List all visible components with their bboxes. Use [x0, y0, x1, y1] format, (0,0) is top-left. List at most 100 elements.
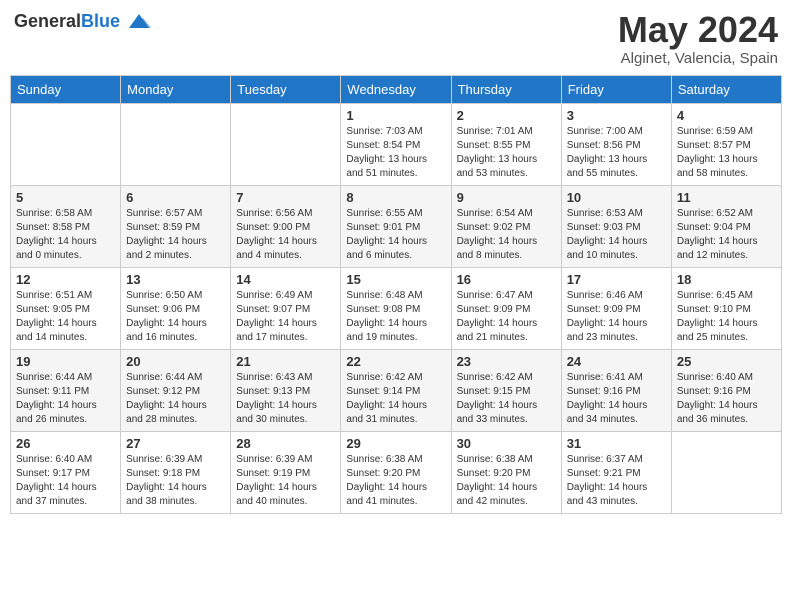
day-info: Sunrise: 6:54 AMSunset: 9:02 PMDaylight:…	[457, 207, 556, 263]
calendar-week-row: 5 Sunrise: 6:58 AMSunset: 8:58 PMDaylight…	[11, 185, 782, 267]
day-info: Sunrise: 6:40 AMSunset: 9:17 PMDaylight:…	[16, 453, 115, 509]
calendar-day-6: 6Sunrise: 6:57 AMSunset: 8:59 PMDaylight…	[121, 185, 231, 267]
calendar-week-row: 12 Sunrise: 6:51 AMSunset: 9:05 PMDayligh…	[11, 267, 782, 349]
day-number: 19	[16, 354, 115, 369]
calendar-empty-cell	[231, 103, 341, 185]
day-number: 13	[126, 272, 225, 287]
logo-blue-text: Blue	[81, 11, 120, 31]
page-header: GeneralBlue May 2024 Alginet, Valencia, …	[10, 10, 782, 67]
day-number: 11	[677, 190, 776, 205]
day-number: 29	[346, 436, 445, 451]
day-number: 17	[567, 272, 666, 287]
calendar-day-3: 3Sunrise: 7:00 AMSunset: 8:56 PMDaylight…	[561, 103, 671, 185]
day-info: Sunrise: 6:47 AMSunset: 9:09 PMDaylight:…	[457, 289, 556, 345]
logo-icon	[127, 10, 151, 34]
day-number: 8	[346, 190, 445, 205]
day-info: Sunrise: 7:03 AMSunset: 8:54 PMDaylight:…	[346, 125, 445, 181]
day-number: 2	[457, 108, 556, 123]
calendar-day-1: 1 Sunrise: 7:03 AMSunset: 8:54 PMDaylight…	[341, 103, 451, 185]
calendar-day-26: 26 Sunrise: 6:40 AMSunset: 9:17 PMDayligh…	[11, 431, 121, 513]
calendar-day-12: 12 Sunrise: 6:51 AMSunset: 9:05 PMDayligh…	[11, 267, 121, 349]
calendar-empty-cell	[11, 103, 121, 185]
day-info: Sunrise: 6:42 AMSunset: 9:14 PMDaylight:…	[346, 371, 445, 427]
day-info: Sunrise: 6:43 AMSunset: 9:13 PMDaylight:…	[236, 371, 335, 427]
day-number: 3	[567, 108, 666, 123]
day-info: Sunrise: 6:41 AMSunset: 9:16 PMDaylight:…	[567, 371, 666, 427]
weekday-header-thursday: Thursday	[451, 75, 561, 103]
day-info: Sunrise: 6:46 AMSunset: 9:09 PMDaylight:…	[567, 289, 666, 345]
day-info: Sunrise: 6:51 AMSunset: 9:05 PMDaylight:…	[16, 289, 115, 345]
calendar-day-20: 20 Sunrise: 6:44 AMSunset: 9:12 PMDayligh…	[121, 349, 231, 431]
calendar-day-17: 17 Sunrise: 6:46 AMSunset: 9:09 PMDayligh…	[561, 267, 671, 349]
day-number: 30	[457, 436, 556, 451]
calendar-week-row: 19Sunrise: 6:44 AMSunset: 9:11 PMDayligh…	[11, 349, 782, 431]
calendar-day-2: 2Sunrise: 7:01 AMSunset: 8:55 PMDaylight…	[451, 103, 561, 185]
day-number: 20	[126, 354, 225, 369]
logo: GeneralBlue	[14, 10, 151, 34]
day-info: Sunrise: 6:42 AMSunset: 9:15 PMDaylight:…	[457, 371, 556, 427]
weekday-header-saturday: Saturday	[671, 75, 781, 103]
day-info: Sunrise: 6:57 AMSunset: 8:59 PMDaylight:…	[126, 207, 225, 263]
calendar-day-4: 4Sunrise: 6:59 AMSunset: 8:57 PMDaylight…	[671, 103, 781, 185]
day-number: 9	[457, 190, 556, 205]
day-info: Sunrise: 6:38 AMSunset: 9:20 PMDaylight:…	[346, 453, 445, 509]
location-subtitle: Alginet, Valencia, Spain	[618, 50, 778, 67]
day-number: 31	[567, 436, 666, 451]
day-info: Sunrise: 6:44 AMSunset: 9:12 PMDaylight:…	[126, 371, 225, 427]
day-info: Sunrise: 6:45 AMSunset: 9:10 PMDaylight:…	[677, 289, 776, 345]
weekday-header-row: SundayMondayTuesdayWednesdayThursdayFrid…	[11, 75, 782, 103]
calendar-day-24: 24 Sunrise: 6:41 AMSunset: 9:16 PMDayligh…	[561, 349, 671, 431]
weekday-header-tuesday: Tuesday	[231, 75, 341, 103]
day-number: 23	[457, 354, 556, 369]
day-number: 14	[236, 272, 335, 287]
calendar-day-5: 5 Sunrise: 6:58 AMSunset: 8:58 PMDaylight…	[11, 185, 121, 267]
day-number: 26	[16, 436, 115, 451]
calendar-day-8: 8 Sunrise: 6:55 AMSunset: 9:01 PMDaylight…	[341, 185, 451, 267]
calendar-day-18: 18 Sunrise: 6:45 AMSunset: 9:10 PMDayligh…	[671, 267, 781, 349]
calendar-day-16: 16 Sunrise: 6:47 AMSunset: 9:09 PMDayligh…	[451, 267, 561, 349]
calendar-day-9: 9 Sunrise: 6:54 AMSunset: 9:02 PMDaylight…	[451, 185, 561, 267]
calendar-day-30: 30 Sunrise: 6:38 AMSunset: 9:20 PMDayligh…	[451, 431, 561, 513]
day-info: Sunrise: 6:59 AMSunset: 8:57 PMDaylight:…	[677, 125, 776, 181]
day-number: 18	[677, 272, 776, 287]
logo-general-text: General	[14, 11, 81, 31]
calendar-empty-cell	[671, 431, 781, 513]
day-number: 12	[16, 272, 115, 287]
calendar-day-11: 11 Sunrise: 6:52 AMSunset: 9:04 PMDayligh…	[671, 185, 781, 267]
calendar-day-19: 19Sunrise: 6:44 AMSunset: 9:11 PMDayligh…	[11, 349, 121, 431]
day-info: Sunrise: 6:49 AMSunset: 9:07 PMDaylight:…	[236, 289, 335, 345]
day-number: 24	[567, 354, 666, 369]
calendar-day-15: 15 Sunrise: 6:48 AMSunset: 9:08 PMDayligh…	[341, 267, 451, 349]
calendar-day-29: 29 Sunrise: 6:38 AMSunset: 9:20 PMDayligh…	[341, 431, 451, 513]
day-info: Sunrise: 6:38 AMSunset: 9:20 PMDaylight:…	[457, 453, 556, 509]
calendar-week-row: 1 Sunrise: 7:03 AMSunset: 8:54 PMDaylight…	[11, 103, 782, 185]
calendar-day-27: 27Sunrise: 6:39 AMSunset: 9:18 PMDayligh…	[121, 431, 231, 513]
calendar-empty-cell	[121, 103, 231, 185]
day-info: Sunrise: 6:58 AMSunset: 8:58 PMDaylight:…	[16, 207, 115, 263]
day-number: 27	[126, 436, 225, 451]
day-number: 28	[236, 436, 335, 451]
calendar-day-7: 7Sunrise: 6:56 AMSunset: 9:00 PMDaylight…	[231, 185, 341, 267]
month-year-title: May 2024	[618, 10, 778, 50]
day-info: Sunrise: 6:37 AMSunset: 9:21 PMDaylight:…	[567, 453, 666, 509]
weekday-header-wednesday: Wednesday	[341, 75, 451, 103]
calendar-day-31: 31 Sunrise: 6:37 AMSunset: 9:21 PMDayligh…	[561, 431, 671, 513]
day-info: Sunrise: 6:55 AMSunset: 9:01 PMDaylight:…	[346, 207, 445, 263]
day-number: 10	[567, 190, 666, 205]
day-info: Sunrise: 6:52 AMSunset: 9:04 PMDaylight:…	[677, 207, 776, 263]
calendar-day-14: 14 Sunrise: 6:49 AMSunset: 9:07 PMDayligh…	[231, 267, 341, 349]
calendar-day-10: 10 Sunrise: 6:53 AMSunset: 9:03 PMDayligh…	[561, 185, 671, 267]
calendar-week-row: 26 Sunrise: 6:40 AMSunset: 9:17 PMDayligh…	[11, 431, 782, 513]
day-info: Sunrise: 6:53 AMSunset: 9:03 PMDaylight:…	[567, 207, 666, 263]
day-info: Sunrise: 6:56 AMSunset: 9:00 PMDaylight:…	[236, 207, 335, 263]
day-number: 15	[346, 272, 445, 287]
day-number: 5	[16, 190, 115, 205]
calendar-day-25: 25Sunrise: 6:40 AMSunset: 9:16 PMDayligh…	[671, 349, 781, 431]
calendar-day-28: 28Sunrise: 6:39 AMSunset: 9:19 PMDayligh…	[231, 431, 341, 513]
calendar-day-21: 21Sunrise: 6:43 AMSunset: 9:13 PMDayligh…	[231, 349, 341, 431]
calendar-table: SundayMondayTuesdayWednesdayThursdayFrid…	[10, 75, 782, 514]
day-info: Sunrise: 6:48 AMSunset: 9:08 PMDaylight:…	[346, 289, 445, 345]
day-number: 1	[346, 108, 445, 123]
day-number: 16	[457, 272, 556, 287]
weekday-header-friday: Friday	[561, 75, 671, 103]
